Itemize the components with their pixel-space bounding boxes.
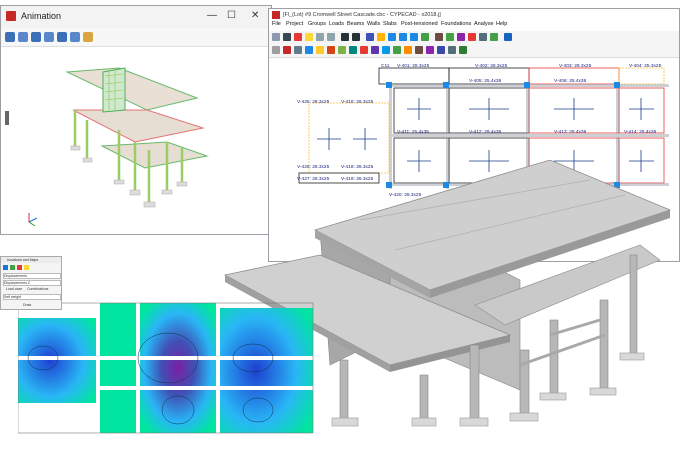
- rotate-icon[interactable]: [421, 33, 429, 41]
- secondary-toolbar: [269, 44, 679, 58]
- rotate-icon[interactable]: [5, 32, 15, 42]
- menu-slabs[interactable]: Slabs: [383, 21, 397, 27]
- menu-post-tensioned[interactable]: Post-tensioned: [401, 21, 438, 27]
- plan-label: V-411: 25.4x36: [397, 129, 429, 135]
- redo-icon[interactable]: [327, 33, 335, 41]
- menu-analyse[interactable]: Analyse: [474, 21, 494, 27]
- menu-help[interactable]: Help: [496, 21, 507, 27]
- menu-file[interactable]: File: [272, 21, 281, 27]
- match-icon[interactable]: [371, 46, 379, 54]
- app-logo-icon: [6, 11, 16, 21]
- animation-toolbar: [1, 28, 271, 47]
- menu-bar: File Project Groups Loads Beams Walls Sl…: [269, 21, 679, 31]
- plan-label: V-404: 25.3x25: [629, 63, 662, 69]
- refresh-icon[interactable]: [57, 32, 67, 42]
- floor-up-icon[interactable]: [341, 33, 349, 41]
- animation-titlebar: Animation — ☐ ✕: [1, 6, 271, 28]
- export-icon[interactable]: [459, 46, 467, 54]
- snap-icon[interactable]: [457, 33, 465, 41]
- main-toolbar: [269, 31, 679, 44]
- maximize-button[interactable]: ☐: [227, 10, 236, 21]
- color-icon[interactable]: [17, 265, 22, 270]
- menu-walls[interactable]: Walls: [367, 21, 380, 27]
- displacement-contour-map[interactable]: [18, 298, 318, 438]
- plan-label: V-413: 25.4x36: [554, 129, 587, 135]
- groups-icon[interactable]: [305, 33, 313, 41]
- settings-icon[interactable]: [294, 33, 302, 41]
- result-type-select[interactable]: Displacements: [3, 273, 61, 279]
- plan-label: V-425: 28.3x25: [297, 99, 330, 105]
- menu-project[interactable]: Project: [286, 21, 303, 27]
- minimize-button[interactable]: —: [207, 10, 217, 21]
- info-icon[interactable]: [382, 46, 390, 54]
- dialog-title: Isovalues and Maps: [7, 258, 39, 262]
- menu-loads[interactable]: Loads: [329, 21, 344, 27]
- zoom-window-icon[interactable]: [410, 33, 418, 41]
- measure-icon[interactable]: [468, 33, 476, 41]
- column-icon[interactable]: [283, 46, 291, 54]
- draw-button[interactable]: Draw: [23, 303, 31, 307]
- layers-icon[interactable]: [435, 33, 443, 41]
- window-title: [Fl_(Lot) #9 Cromwell Street Cascade.cbc…: [283, 12, 441, 18]
- component-select[interactable]: Displacements Z: [3, 280, 61, 286]
- menu-beams[interactable]: Beams: [347, 21, 364, 27]
- zoom-extents-icon[interactable]: [399, 33, 407, 41]
- zoom-window-icon[interactable]: [31, 32, 41, 42]
- lines-icon[interactable]: [10, 265, 15, 270]
- help-icon[interactable]: [504, 33, 512, 41]
- check-icon[interactable]: [393, 46, 401, 54]
- map-icon[interactable]: [3, 265, 8, 270]
- plan-label: V-402: 28.3x25: [475, 63, 508, 69]
- view-icon[interactable]: [366, 33, 374, 41]
- opening-icon[interactable]: [316, 46, 324, 54]
- menu-groups[interactable]: Groups: [308, 21, 326, 27]
- isovalues-dialog: Isovalues and Maps Displacements Displac…: [0, 256, 62, 310]
- app-logo-icon: [272, 11, 280, 19]
- reinforcement-icon[interactable]: [415, 46, 423, 54]
- floor-down-icon[interactable]: [352, 33, 360, 41]
- close-button[interactable]: ✕: [251, 10, 259, 21]
- window-title: Animation: [21, 11, 62, 21]
- plan-label: V-401: 28.3x25: [397, 63, 430, 69]
- hand-icon[interactable]: [83, 32, 93, 42]
- undo-icon[interactable]: [316, 33, 324, 41]
- plan-label: V-405: 25.4x36: [469, 78, 502, 84]
- results-icon[interactable]: [404, 46, 412, 54]
- plan-label: V-406: 25.4x36: [554, 78, 587, 84]
- pan-icon[interactable]: [18, 32, 28, 42]
- plan-label: V-403: 28.3x25: [559, 63, 592, 69]
- zoom-extents-icon[interactable]: [44, 32, 54, 42]
- zoom-out-icon[interactable]: [70, 32, 80, 42]
- zoom-icon[interactable]: [388, 33, 396, 41]
- plan-label: V-414: 25.4x36: [624, 129, 657, 135]
- plan-label: V-416: 28.3x25: [341, 99, 374, 105]
- table-icon[interactable]: [448, 46, 456, 54]
- load-icon[interactable]: [327, 46, 335, 54]
- save-icon[interactable]: [283, 33, 291, 41]
- scale-icon[interactable]: [24, 265, 29, 270]
- deflection-icon[interactable]: [437, 46, 445, 54]
- wall-icon[interactable]: [294, 46, 302, 54]
- edit-icon[interactable]: [338, 46, 346, 54]
- move-icon[interactable]: [349, 46, 357, 54]
- plan-label: C11: [381, 63, 390, 69]
- load-case-radio[interactable]: Load case: [6, 287, 22, 291]
- print-preview-icon[interactable]: [479, 33, 487, 41]
- menu-foundations[interactable]: Foundations: [441, 21, 471, 27]
- combinations-radio[interactable]: Combinations: [27, 287, 48, 291]
- print-icon[interactable]: [377, 33, 385, 41]
- delete-icon[interactable]: [360, 46, 368, 54]
- slab-icon[interactable]: [305, 46, 313, 54]
- grid-icon[interactable]: [446, 33, 454, 41]
- plan-label: V-412: 29.4x36: [469, 129, 502, 135]
- new-file-icon[interactable]: [272, 33, 280, 41]
- beam-icon[interactable]: [272, 46, 280, 54]
- copy-icon[interactable]: [490, 33, 498, 41]
- case-select[interactable]: Self weight: [3, 294, 61, 300]
- envelope-icon[interactable]: [426, 46, 434, 54]
